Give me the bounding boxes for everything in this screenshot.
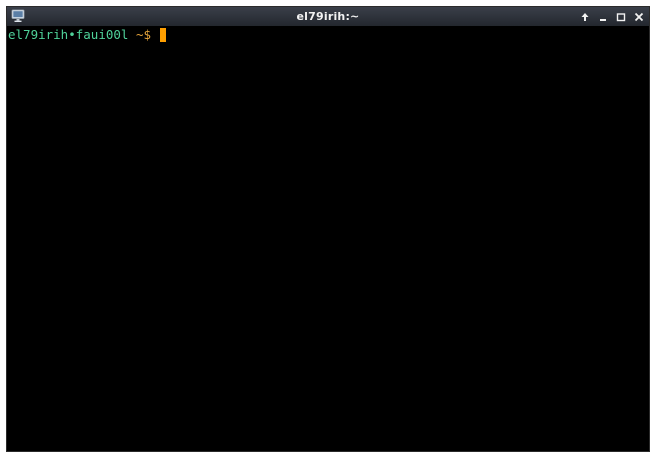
close-icon[interactable] (633, 11, 645, 23)
terminal-window: el79irih:~ el79irih•faui00l ~$ (6, 6, 650, 452)
window-title: el79irih:~ (296, 10, 360, 23)
prompt-path: ~ (135, 27, 144, 42)
terminal-output[interactable]: el79irih•faui00l ~$ (7, 26, 649, 451)
prompt-user: el79irih (8, 27, 69, 42)
text-cursor[interactable] (159, 28, 166, 42)
title-bar[interactable]: el79irih:~ (7, 7, 649, 26)
minimize-icon[interactable] (597, 11, 609, 23)
prompt-host: faui00l (75, 27, 129, 42)
window-controls (579, 7, 645, 26)
monitor-icon[interactable] (11, 9, 25, 23)
keep-above-icon[interactable] (579, 11, 591, 23)
maximize-icon[interactable] (615, 11, 627, 23)
prompt-separator: • (68, 27, 76, 42)
prompt-line: el79irih•faui00l ~$ (8, 26, 649, 43)
prompt-symbol: $ (143, 27, 152, 42)
